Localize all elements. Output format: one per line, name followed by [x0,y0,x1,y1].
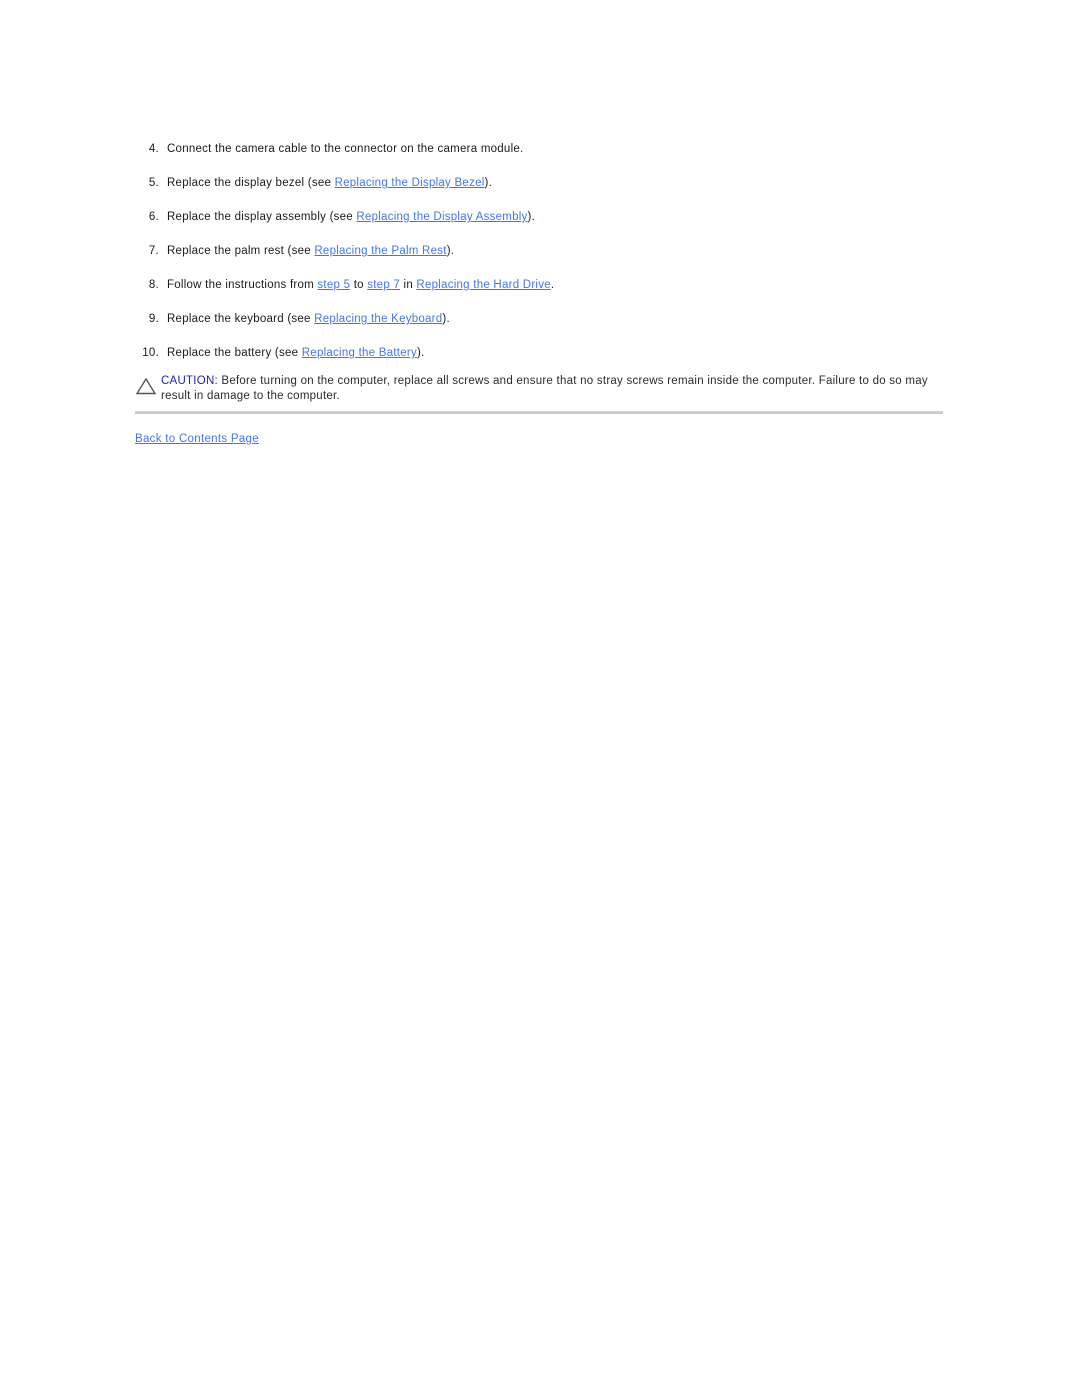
step-text: Connect the camera cable to the connecto… [159,140,523,158]
procedure-step: 10. Replace the battery (see Replacing th… [135,344,945,378]
step-text-segment: Replace the keyboard (see [167,313,315,325]
step-reference-link[interactable]: step 5 [317,279,350,291]
step-text: Replace the keyboard (see Replacing the … [159,310,450,328]
step-text-segment: Replace the palm rest (see [167,245,315,257]
caution-note: CAUTION: Before turning on the computer,… [135,374,943,404]
step-reference-link[interactable]: Replacing the Display Assembly [356,211,527,223]
section-divider [135,411,943,414]
step-text-segment: to [350,279,368,291]
step-reference-link[interactable]: Replacing the Palm Rest [314,245,446,257]
step-number: 10. [142,347,159,359]
procedure-step: 9. Replace the keyboard (see Replacing th… [135,310,945,344]
step-reference-link[interactable]: Replacing the Display Bezel [335,177,485,189]
step-text-segment: Replace the battery (see [167,347,302,359]
caution-text-block: CAUTION: Before turning on the computer,… [161,374,943,404]
step-number: 9. [148,313,159,325]
step-text: Replace the display bezel (see Replacing… [159,174,492,192]
step-text-segment: Replace the display assembly (see [167,211,357,223]
step-text-segment: Follow the instructions from [167,279,318,291]
step-reference-link[interactable]: Replacing the Keyboard [314,313,442,325]
step-text-segment: Replace the display bezel (see [167,177,335,189]
procedure-step: 5. Replace the display bezel (see Replaci… [135,174,945,208]
step-text-segment: ). [484,177,493,189]
step-number: 4. [148,143,159,155]
step-text-segment: Connect the camera cable to the connecto… [167,143,524,155]
step-text: Follow the instructions from step 5 to s… [159,276,554,294]
step-text-segment: ). [442,313,450,325]
step-text: Replace the display assembly (see Replac… [159,208,535,226]
document-page: 4. Connect the camera cable to the connec… [0,0,1080,1397]
step-reference-link[interactable]: step 7 [367,279,400,291]
step-reference-link[interactable]: Replacing the Battery [302,347,417,359]
step-text-segment: ). [527,211,536,223]
step-number: 6. [148,211,159,223]
step-text-segment: . [550,279,555,291]
back-to-contents-link[interactable]: Back to Contents Page [135,433,259,445]
step-text-segment: ). [416,347,425,359]
procedure-step: 6. Replace the display assembly (see Repl… [135,208,945,242]
step-text-segment: ). [446,245,455,257]
step-text: Replace the palm rest (see Replacing the… [159,242,454,260]
step-reference-link[interactable]: Replacing the Hard Drive [416,279,550,291]
step-number: 5. [148,177,159,189]
step-number: 8. [148,279,159,291]
caution-text: Before turning on the computer, replace … [161,375,928,402]
procedure-step: 7. Replace the palm rest (see Replacing t… [135,242,945,276]
procedure-step: 4. Connect the camera cable to the connec… [135,140,945,174]
step-number: 7. [148,245,159,257]
procedure-step-list: 4. Connect the camera cable to the connec… [135,140,945,378]
caution-label: CAUTION: [161,375,218,387]
warning-triangle-icon [135,374,161,400]
procedure-step: 8. Follow the instructions from step 5 to… [135,276,945,310]
step-text: Replace the battery (see Replacing the B… [159,344,424,362]
step-text-segment: in [400,279,417,291]
